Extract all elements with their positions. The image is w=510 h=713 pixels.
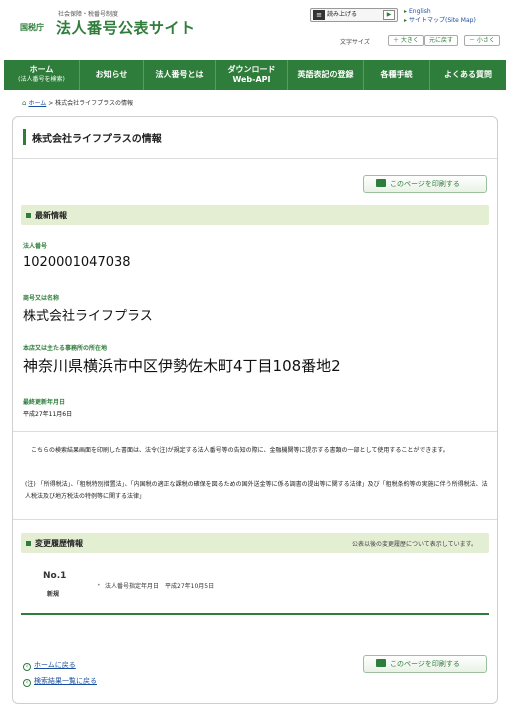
history-entry: No.1 新規 • 法人番号指定年月日 平成27年10月5日	[21, 559, 489, 615]
global-nav: ホーム (法人番号を検索) お知らせ 法人番号とは ダウンロード Web-API…	[4, 60, 506, 90]
company-name-value: 株式会社ライフプラス	[23, 309, 153, 324]
history-entry-item: 法人番号指定年月日 平成27年10月5日	[105, 583, 215, 590]
back-to-home-label: ホームに戻る	[34, 661, 76, 669]
history-entry-kind: 新規	[47, 591, 60, 598]
sitemap-link-label: サイトマップ(Site Map)	[409, 17, 476, 24]
address-label: 本店又は主たる事務所の所在地	[23, 345, 108, 352]
last-updated-value: 平成27年11月6日	[23, 411, 73, 418]
nav-item-sublabel: Web-API	[232, 75, 271, 84]
history-heading: 変更履歴情報 公表以後の変更履歴について表示しています。	[21, 533, 489, 553]
nav-item-label: よくある質問	[444, 70, 492, 79]
latest-info-heading-label: 最新情報	[35, 211, 67, 220]
square-bullet-icon	[26, 213, 31, 218]
nav-item-label: お知らせ	[95, 70, 128, 79]
font-larger-button[interactable]: ＋ 大きく	[388, 35, 424, 46]
nav-item-label: 英語表記の登録	[297, 70, 354, 79]
nav-item-about[interactable]: 法人番号とは	[144, 60, 216, 90]
corporate-number-label: 法人番号	[23, 243, 48, 250]
printer-icon	[376, 659, 386, 667]
top-links: ▸ English ▸ サイトマップ(Site Map)	[404, 7, 476, 25]
address-value: 神奈川県横浜市中区伊勢佐木町4丁目108番地2	[23, 357, 341, 375]
divider	[13, 519, 497, 520]
back-to-results-link[interactable]: ‹ 検索結果一覧に戻る	[23, 676, 97, 687]
site-header: 社会保障・税番号制度 国税庁 法人番号公表サイト ≡ 読み上げる ▶ ▸ Engl…	[0, 0, 510, 58]
corporate-number-value: 1020001047038	[23, 255, 131, 270]
read-aloud-button[interactable]: 読み上げる	[327, 10, 375, 20]
nav-item-procedures[interactable]: 各種手続	[364, 60, 430, 90]
nav-item-news[interactable]: お知らせ	[80, 60, 144, 90]
font-reset-button[interactable]: 元に戻す	[424, 35, 459, 46]
nav-item-faq[interactable]: よくある質問	[430, 60, 506, 90]
nav-item-label: 各種手続	[380, 70, 413, 79]
play-icon[interactable]: ▶	[383, 10, 395, 20]
history-heading-label: 変更履歴情報	[35, 539, 83, 548]
print-notice-paragraph: こちらの検索結果画面を印刷した書面は、法令(注)が規定する法人番号等の告知の際に…	[31, 447, 449, 454]
print-page-label: このページを印刷する	[390, 180, 460, 188]
home-icon: ⌂	[22, 99, 27, 107]
breadcrumb-current: 株式会社ライフプラスの情報	[55, 100, 134, 107]
font-smaller-button[interactable]: － 小さく	[464, 35, 500, 46]
english-link[interactable]: ▸ English	[404, 7, 476, 16]
last-updated-label: 最終更新年月日	[23, 399, 66, 406]
history-entry-number: No.1	[43, 571, 67, 581]
nav-item-home[interactable]: ホーム (法人番号を検索)	[4, 60, 80, 90]
page-title-bar: 株式会社ライフプラスの情報	[13, 117, 497, 159]
printer-icon	[376, 179, 386, 187]
arrow-icon: ▸	[404, 17, 408, 24]
nav-item-download[interactable]: ダウンロード Web-API	[216, 60, 288, 90]
breadcrumb-separator: >	[48, 100, 54, 107]
corporation-info-panel: 株式会社ライフプラスの情報 このページを印刷する 最新情報 法人番号 10200…	[12, 116, 498, 704]
print-page-button[interactable]: このページを印刷する	[363, 175, 487, 193]
footnote-mark: (注)	[25, 481, 36, 488]
history-note: 公表以後の変更履歴について表示しています。	[351, 541, 477, 548]
menu-icon[interactable]: ≡	[313, 10, 325, 20]
page-title: 株式会社ライフプラスの情報	[32, 134, 162, 145]
nav-item-label: ダウンロード	[227, 65, 276, 74]
latest-info-heading: 最新情報	[21, 205, 489, 225]
arrow-icon: ▸	[404, 8, 408, 15]
back-to-home-link[interactable]: ‹ ホームに戻る	[23, 660, 76, 671]
square-bullet-icon	[26, 541, 31, 546]
nav-item-label: 法人番号とは	[155, 70, 204, 79]
breadcrumb-home-link[interactable]: ホーム	[28, 100, 46, 107]
english-link-label: English	[409, 8, 431, 15]
divider	[13, 431, 497, 432]
bullet-icon: •	[97, 582, 101, 589]
nav-item-sublabel: (法人番号を検索)	[18, 76, 65, 83]
nav-item-label: ホーム	[29, 65, 54, 74]
chevron-left-icon: ‹	[23, 663, 31, 671]
company-name-label: 商号又は名称	[23, 295, 60, 302]
sitemap-link[interactable]: ▸ サイトマップ(Site Map)	[404, 16, 476, 25]
logo-site-name: 法人番号公表サイト	[56, 19, 196, 37]
print-page-label: このページを印刷する	[390, 660, 460, 668]
nav-item-english-registration[interactable]: 英語表記の登録	[288, 60, 364, 90]
back-to-results-label: 検索結果一覧に戻る	[34, 677, 97, 685]
print-notice-footnote: (注) 「所得税法」、「租税特別措置法」、「内国税の適正な課税の確保を図るための…	[25, 479, 489, 503]
breadcrumb: ⌂ ホーム > 株式会社ライフプラスの情報	[22, 98, 133, 107]
logo-agency: 国税庁	[20, 23, 44, 32]
read-aloud-bar: ≡ 読み上げる ▶	[310, 8, 398, 22]
chevron-left-icon: ‹	[23, 679, 31, 687]
footnote-text: 「所得税法」、「租税特別措置法」、「内国税の適正な課税の確保を図るための国外送金…	[25, 481, 488, 500]
font-size-label: 文字サイズ	[340, 39, 370, 46]
title-accent-bar	[23, 129, 26, 145]
print-page-button-bottom[interactable]: このページを印刷する	[363, 655, 487, 673]
